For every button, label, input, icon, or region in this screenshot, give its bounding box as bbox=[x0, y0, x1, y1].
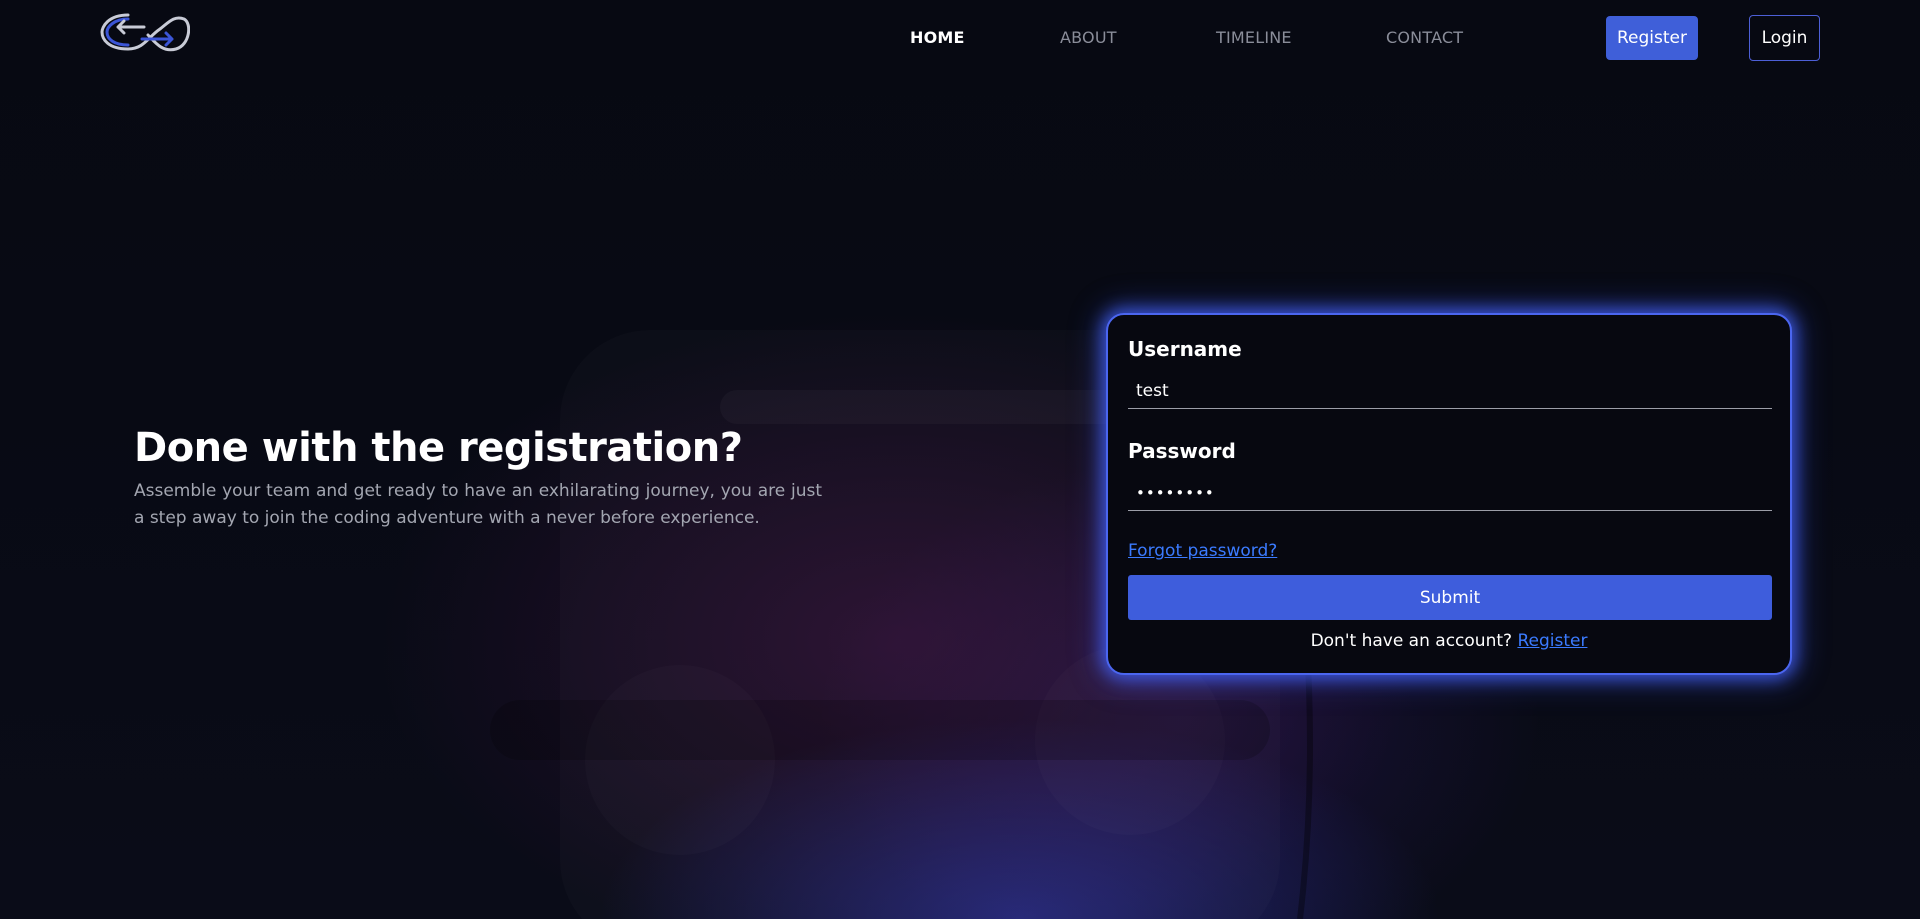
hero-section: Done with the registration? Assemble you… bbox=[134, 422, 822, 532]
nav-link-timeline[interactable]: TIMELINE bbox=[1216, 28, 1292, 47]
register-link[interactable]: Register bbox=[1517, 631, 1587, 651]
register-button[interactable]: Register bbox=[1606, 16, 1698, 60]
username-input[interactable]: test bbox=[1128, 373, 1772, 409]
password-input[interactable]: •••••••• bbox=[1128, 475, 1772, 511]
login-button[interactable]: Login bbox=[1749, 15, 1820, 61]
no-account-text: Don't have an account? bbox=[1310, 631, 1518, 651]
nav-link-about[interactable]: ABOUT bbox=[1060, 28, 1117, 47]
username-label: Username bbox=[1128, 337, 1242, 361]
nav-link-contact[interactable]: CONTACT bbox=[1386, 28, 1463, 47]
password-label: Password bbox=[1128, 439, 1236, 463]
signup-prompt: Don't have an account? Register bbox=[1108, 631, 1790, 651]
top-navbar: HOME ABOUT TIMELINE CONTACT Register Log… bbox=[0, 0, 1920, 76]
hero-description: Assemble your team and get ready to have… bbox=[134, 481, 822, 528]
nav-link-home[interactable]: HOME bbox=[910, 28, 965, 47]
infinity-arrows-logo-icon[interactable] bbox=[98, 9, 190, 55]
hero-title: Done with the registration? bbox=[134, 425, 743, 471]
submit-button[interactable]: Submit bbox=[1128, 575, 1772, 620]
login-card: Username test Password •••••••• Forgot p… bbox=[1106, 313, 1792, 675]
forgot-password-link[interactable]: Forgot password? bbox=[1128, 541, 1277, 561]
